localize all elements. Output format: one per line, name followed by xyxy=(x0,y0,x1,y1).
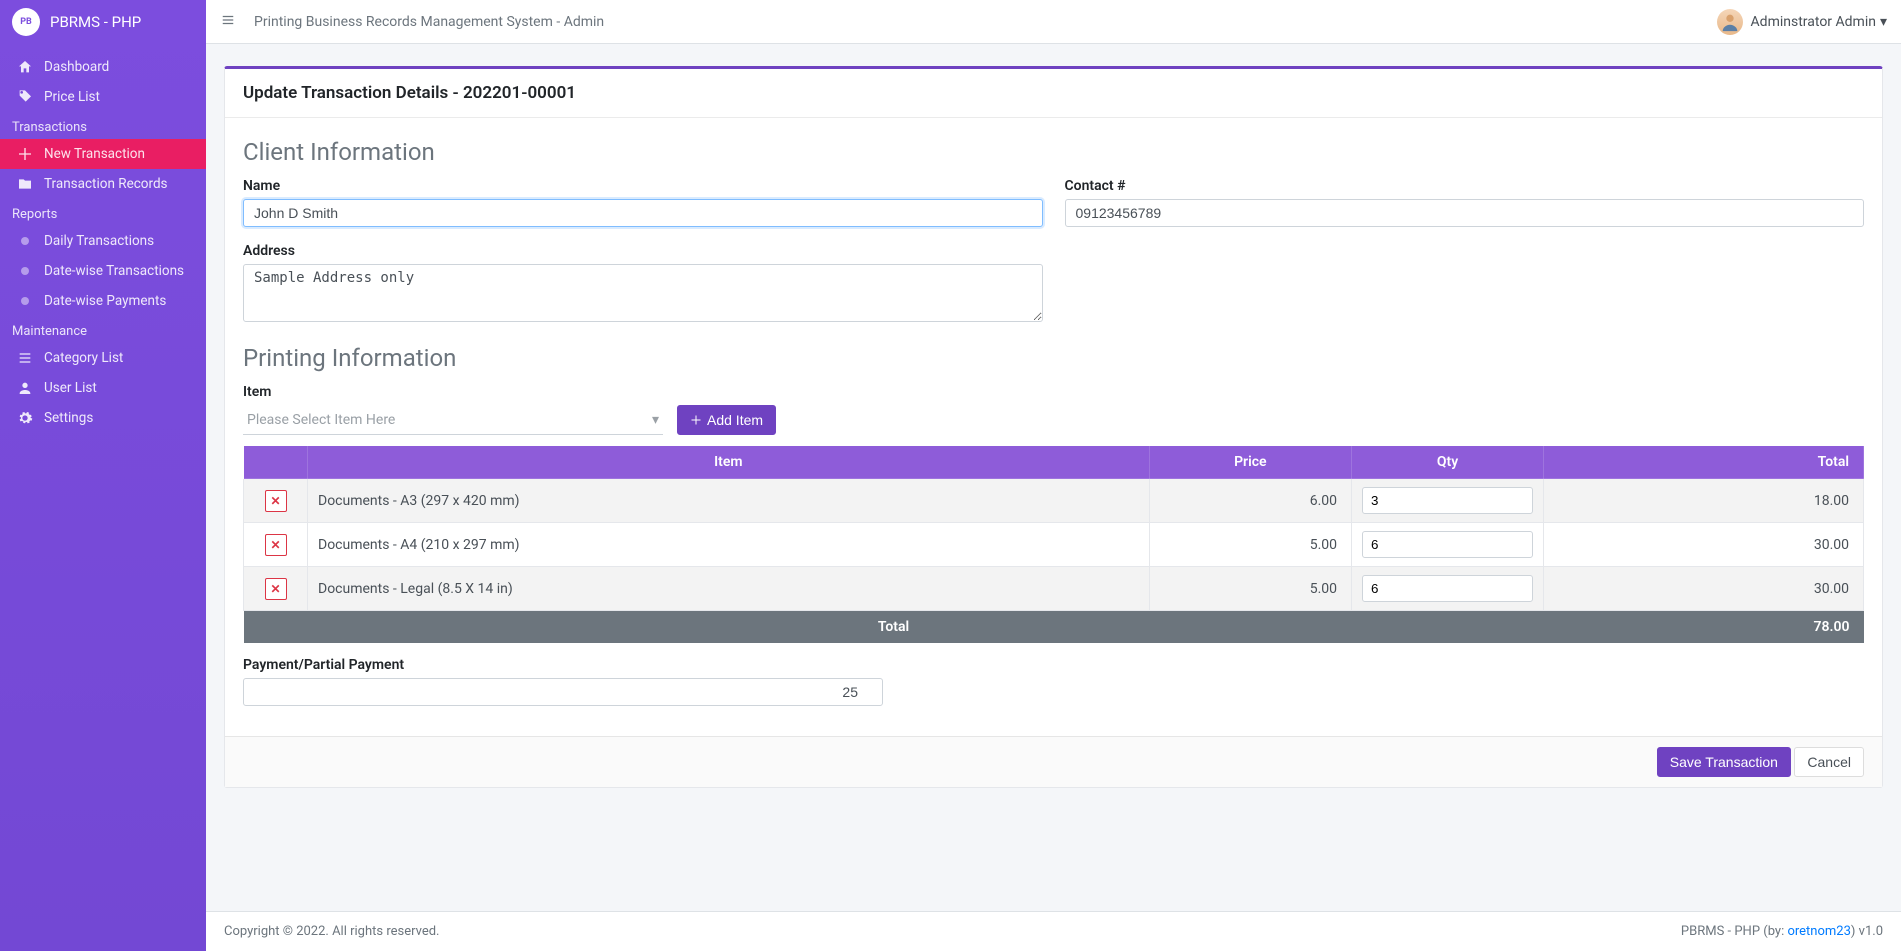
label-contact: Contact # xyxy=(1065,178,1865,194)
card-title: Update Transaction Details - 202201-0000… xyxy=(243,83,1864,103)
section-client-info: Client Information xyxy=(243,138,1864,166)
cell-total: 18.00 xyxy=(1544,479,1864,523)
th-total: Total xyxy=(1544,446,1864,479)
sidebar-item-category-list[interactable]: Category List xyxy=(0,343,206,373)
user-name: Adminstrator Admin xyxy=(1751,14,1876,30)
sidebar-nav: Dashboard Price List Transactions New Tr… xyxy=(0,44,206,441)
footer-left: Copyright © 2022. All rights reserved. xyxy=(224,924,439,939)
sidebar-item-label: Date-wise Transactions xyxy=(44,263,184,279)
sidebar-item-user-list[interactable]: User List xyxy=(0,373,206,403)
sidebar-item-label: Dashboard xyxy=(44,59,109,75)
footer-right: PBRMS - PHP (by: oretnom23) v1.0 xyxy=(1681,924,1883,939)
th-price: Price xyxy=(1149,446,1351,479)
cell-price: 5.00 xyxy=(1149,567,1351,611)
circle-icon xyxy=(14,237,36,245)
label-address: Address xyxy=(243,243,1043,259)
sidebar-item-label: New Transaction xyxy=(44,146,145,162)
label-payment: Payment/Partial Payment xyxy=(243,657,883,673)
qty-input[interactable] xyxy=(1362,487,1533,514)
sidebar-item-datewise-transactions[interactable]: Date-wise Transactions xyxy=(0,256,206,286)
sidebar-brand[interactable]: PB PBRMS - PHP xyxy=(0,0,206,44)
sidebar-item-label: Category List xyxy=(44,350,123,366)
user-menu[interactable]: Adminstrator Admin ▾ xyxy=(1717,9,1887,35)
sidebar-item-label: Price List xyxy=(44,89,100,105)
contact-input[interactable] xyxy=(1065,199,1865,227)
brand-text: PBRMS - PHP xyxy=(50,13,141,31)
tfoot-total: 78.00 xyxy=(1544,611,1864,644)
qty-input[interactable] xyxy=(1362,531,1533,558)
section-printing-info: Printing Information xyxy=(243,344,1864,372)
sidebar-item-label: Transaction Records xyxy=(44,176,168,192)
chevron-down-icon: ▾ xyxy=(1880,14,1887,30)
sidebar-item-pricelist[interactable]: Price List xyxy=(0,82,206,112)
transaction-card: Update Transaction Details - 202201-0000… xyxy=(224,66,1883,788)
sidebar-item-label: Settings xyxy=(44,410,93,426)
sidebar-item-label: Daily Transactions xyxy=(44,233,154,249)
payment-input[interactable] xyxy=(243,678,883,706)
add-item-label: Add Item xyxy=(707,412,763,428)
footer-link[interactable]: oretnom23 xyxy=(1787,924,1850,939)
sidebar-item-daily-transactions[interactable]: Daily Transactions xyxy=(0,226,206,256)
sidebar-item-new-transaction[interactable]: New Transaction xyxy=(0,139,206,169)
th-action xyxy=(244,446,308,479)
remove-row-button[interactable]: ✕ xyxy=(265,490,287,512)
item-select[interactable]: Please Select Item Here ▾ xyxy=(243,406,663,435)
sidebar-item-dashboard[interactable]: Dashboard xyxy=(0,52,206,82)
nav-header-transactions: Transactions xyxy=(0,112,206,139)
nav-header-maintenance: Maintenance xyxy=(0,316,206,343)
qty-input[interactable] xyxy=(1362,575,1533,602)
cancel-button[interactable]: Cancel xyxy=(1794,747,1864,777)
plus-icon xyxy=(14,146,36,162)
label-name: Name xyxy=(243,178,1043,194)
chevron-down-icon: ▾ xyxy=(652,412,659,428)
folder-icon xyxy=(14,176,36,192)
sidebar-item-transaction-records[interactable]: Transaction Records xyxy=(0,169,206,199)
table-row: ✕ Documents - A4 (210 x 297 mm)5.00 30.00 xyxy=(244,523,1864,567)
cell-total: 30.00 xyxy=(1544,523,1864,567)
topbar: Printing Business Records Management Sys… xyxy=(206,0,1901,44)
circle-icon xyxy=(14,297,36,305)
topbar-title: Printing Business Records Management Sys… xyxy=(254,14,604,30)
add-item-button[interactable]: Add Item xyxy=(677,405,776,435)
remove-row-button[interactable]: ✕ xyxy=(265,578,287,600)
tfoot-label: Total xyxy=(244,611,1544,644)
cell-item: Documents - A3 (297 x 420 mm) xyxy=(308,479,1150,523)
address-input[interactable]: Sample Address only xyxy=(243,264,1043,322)
remove-row-button[interactable]: ✕ xyxy=(265,534,287,556)
cell-price: 5.00 xyxy=(1149,523,1351,567)
items-table: Item Price Qty Total ✕ Documents - A3 (29… xyxy=(243,445,1864,643)
item-select-placeholder: Please Select Item Here xyxy=(247,412,395,428)
th-item: Item xyxy=(308,446,1150,479)
cell-total: 30.00 xyxy=(1544,567,1864,611)
sidebar: PB PBRMS - PHP Dashboard Price List Tran… xyxy=(0,0,206,951)
list-icon xyxy=(14,350,36,366)
tag-icon xyxy=(14,89,36,105)
sidebar-item-datewise-payments[interactable]: Date-wise Payments xyxy=(0,286,206,316)
sidebar-item-label: User List xyxy=(44,380,97,396)
users-icon xyxy=(14,380,36,396)
table-row: ✕ Documents - A3 (297 x 420 mm)6.00 18.00 xyxy=(244,479,1864,523)
nav-header-reports: Reports xyxy=(0,199,206,226)
brand-logo-icon: PB xyxy=(12,8,40,36)
name-input[interactable] xyxy=(243,199,1043,227)
avatar-icon xyxy=(1717,9,1743,35)
cell-item: Documents - Legal (8.5 X 14 in) xyxy=(308,567,1150,611)
dashboard-icon xyxy=(14,59,36,75)
label-item: Item xyxy=(243,384,1864,400)
circle-icon xyxy=(14,267,36,275)
menu-toggle-icon[interactable] xyxy=(220,13,236,31)
table-row: ✕ Documents - Legal (8.5 X 14 in)5.00 30.0… xyxy=(244,567,1864,611)
page-footer: Copyright © 2022. All rights reserved. P… xyxy=(206,911,1901,951)
sidebar-item-settings[interactable]: Settings xyxy=(0,403,206,433)
cell-item: Documents - A4 (210 x 297 mm) xyxy=(308,523,1150,567)
th-qty: Qty xyxy=(1352,446,1544,479)
save-button[interactable]: Save Transaction xyxy=(1657,747,1791,777)
cell-price: 6.00 xyxy=(1149,479,1351,523)
sidebar-item-label: Date-wise Payments xyxy=(44,293,166,309)
gear-icon xyxy=(14,410,36,426)
